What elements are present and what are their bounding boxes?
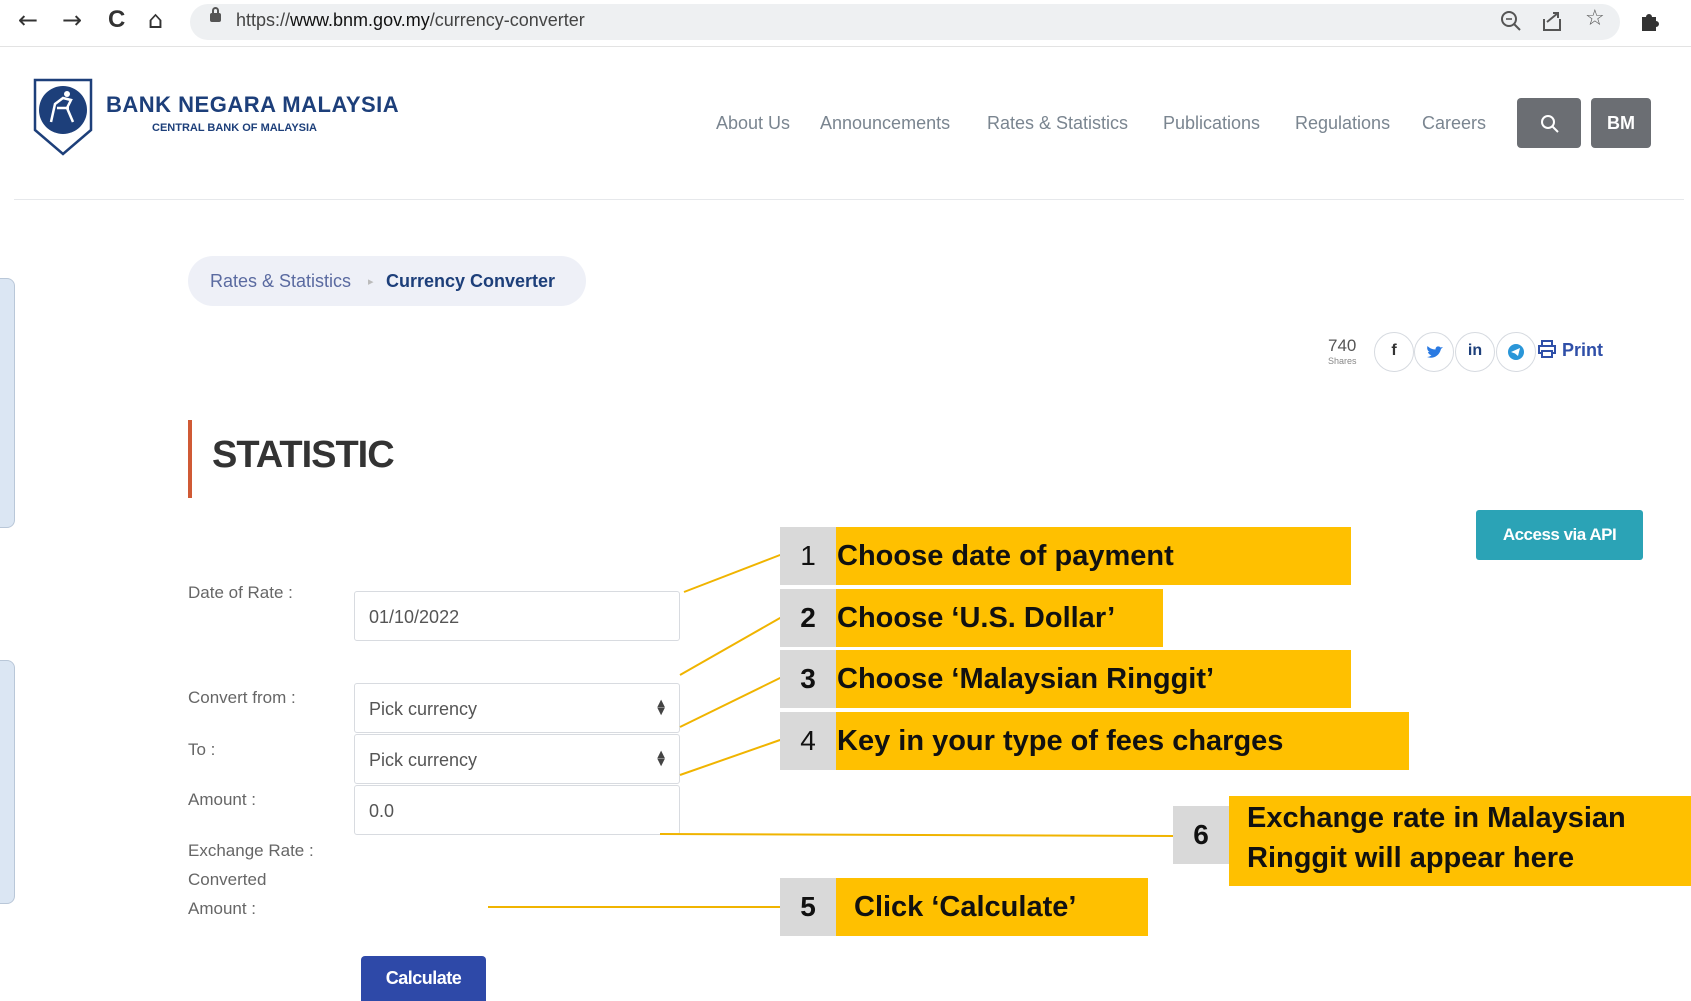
callout-step-6-line1: Exchange rate in Malaysian [1247,802,1626,834]
callout-step-5: Click ‘Calculate’ [836,878,1148,936]
callout-step-4: Key in your type of fees charges [836,712,1409,770]
callout-number-3: 3 [780,650,836,708]
callout-number-2: 2 [780,589,836,647]
callout-step-3: Choose ‘Malaysian Ringgit’ [836,650,1351,708]
callout-step-1: Choose date of payment [836,527,1351,585]
callout-step-2: Choose ‘U.S. Dollar’ [836,589,1163,647]
callout-step-6: Exchange rate in Malaysian Ringgit will … [1229,796,1691,886]
callout-number-4: 4 [780,712,836,770]
callout-number-5: 5 [780,878,836,936]
callout-step-6-line2: Ringgit will appear here [1247,842,1575,874]
callout-number-6: 6 [1173,806,1229,864]
callout-number-1: 1 [780,527,836,585]
